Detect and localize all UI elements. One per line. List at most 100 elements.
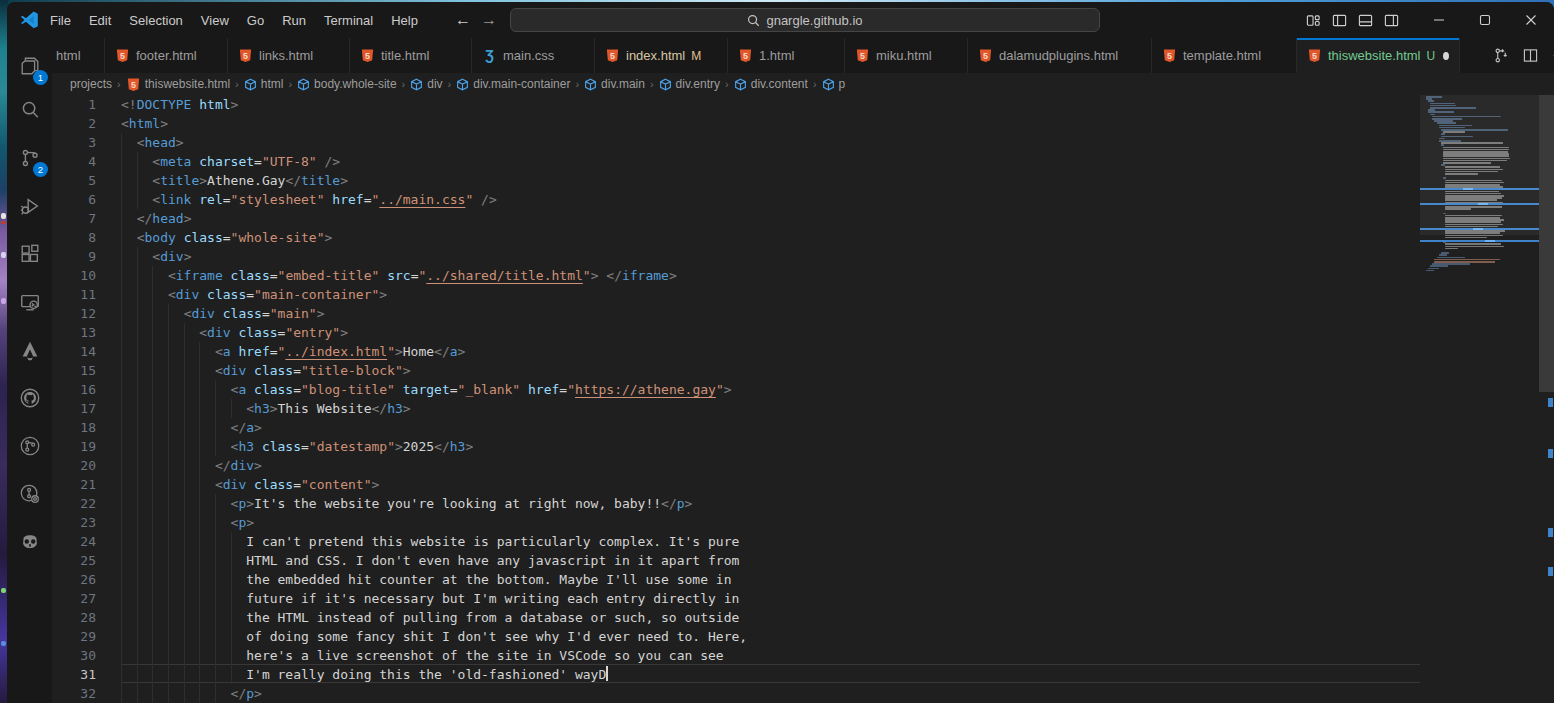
- titlebar: FileEditSelectionViewGoRunTerminalHelp ←…: [7, 2, 1554, 38]
- breadcrumb-div-main[interactable]: div.main: [584, 77, 645, 91]
- breadcrumb-projects[interactable]: projects: [70, 77, 112, 91]
- tab-title-html[interactable]: 5title.html: [350, 38, 472, 73]
- search-icon: [19, 99, 41, 121]
- svg-text:5: 5: [365, 51, 370, 61]
- line-number: 21: [52, 475, 96, 494]
- toggle-panel-icon[interactable]: [1358, 13, 1373, 28]
- tab-badge: U: [1426, 49, 1435, 63]
- maximize-button[interactable]: [1462, 2, 1508, 38]
- tab-1-html[interactable]: 5 1.html: [728, 38, 845, 73]
- toggle-sidebar-icon[interactable]: [1332, 13, 1347, 28]
- tab-spacer: [1460, 38, 1480, 73]
- tab-main-css[interactable]: Ʒmain.css: [472, 38, 595, 73]
- command-center-search[interactable]: gnargle.github.io: [510, 8, 1100, 32]
- menu-go[interactable]: Go: [238, 13, 273, 28]
- split-editor-icon[interactable]: [1523, 48, 1538, 63]
- menu-help[interactable]: Help: [382, 13, 427, 28]
- line-number: 10: [52, 266, 96, 285]
- tab-label: miku.html: [876, 48, 932, 63]
- code-line: <a href="../index.html">Home</a>: [121, 342, 465, 361]
- breadcrumb-div-main-container[interactable]: div.main-container: [456, 77, 570, 91]
- code-line: <link rel="stylesheet" href="../main.css…: [121, 190, 497, 209]
- github-icon: [19, 387, 41, 409]
- breadcrumb-div-entry[interactable]: div.entry: [659, 77, 720, 91]
- svg-text:5: 5: [120, 51, 125, 61]
- sym-icon: [822, 78, 835, 91]
- code-line: <h3>This Website</h3>: [121, 399, 411, 418]
- menu-edit[interactable]: Edit: [80, 13, 120, 28]
- tab-footer-html[interactable]: 5footer.html: [105, 38, 228, 73]
- tab-index-html[interactable]: 5index.htmlM: [595, 38, 728, 73]
- toggle-secondary-sidebar-icon[interactable]: [1384, 13, 1399, 28]
- minimize-button[interactable]: [1416, 2, 1462, 38]
- activity-source-control[interactable]: 2: [7, 138, 52, 178]
- line-number: 13: [52, 323, 96, 342]
- close-button[interactable]: [1508, 2, 1554, 38]
- desktop-icon-blob: [1, 252, 6, 258]
- menu-run[interactable]: Run: [273, 13, 315, 28]
- breadcrumb-label: p: [839, 77, 846, 91]
- minimap[interactable]: [1420, 95, 1539, 703]
- breadcrumb-div[interactable]: div: [410, 77, 442, 91]
- tab-links-html[interactable]: 5links.html: [228, 38, 350, 73]
- code-line: </div>: [121, 456, 262, 475]
- tab-miku-html[interactable]: 5miku.html: [845, 38, 968, 73]
- code-line: <div class="title-block">: [121, 361, 411, 380]
- breadcrumb-p[interactable]: p: [822, 77, 846, 91]
- html-icon: 5: [738, 48, 753, 63]
- minimap-line: [1430, 265, 1448, 267]
- menu-file[interactable]: File: [41, 13, 80, 28]
- activity-git-graph[interactable]: [7, 426, 52, 466]
- sym-icon: [584, 78, 597, 91]
- activity-badge: 1: [33, 70, 48, 85]
- activity-astro[interactable]: [7, 330, 52, 370]
- scrollbar[interactable]: [1539, 95, 1554, 703]
- tab-label: 1.html: [759, 48, 794, 63]
- activity-run-debug[interactable]: [7, 186, 52, 226]
- scrollbar-slider[interactable]: [1539, 95, 1554, 392]
- svg-text:5: 5: [1167, 51, 1172, 61]
- breadcrumb-body-whole-site[interactable]: body.whole-site: [297, 77, 397, 91]
- breadcrumb-html[interactable]: html: [244, 77, 284, 91]
- breadcrumb-div-content[interactable]: div.content: [734, 77, 808, 91]
- code-line: </a>: [121, 418, 262, 437]
- line-number: 9: [52, 247, 96, 266]
- breadcrumb-label: thiswebsite.html: [145, 77, 230, 91]
- svg-text:5: 5: [743, 51, 748, 61]
- activity-extensions[interactable]: [7, 234, 52, 274]
- code-line: future if it's necessary but I'm writing…: [121, 589, 739, 608]
- tab-dalamudplugins-html[interactable]: 5dalamudplugins.html: [968, 38, 1152, 73]
- activity-explorer[interactable]: 1: [7, 46, 52, 86]
- line-number: 8: [52, 228, 96, 247]
- code-line: <meta charset="UTF-8" />: [121, 152, 340, 171]
- breadcrumb-thiswebsite-html[interactable]: 5thiswebsite.html: [126, 77, 230, 92]
- tab-label: html: [56, 48, 81, 63]
- activity-gitlens[interactable]: [7, 474, 52, 514]
- nav-forward-button[interactable]: →: [481, 11, 497, 29]
- search-icon: [747, 14, 760, 27]
- code-line: the HTML instead of pulling from a datab…: [121, 608, 739, 627]
- open-changes-icon[interactable]: [1494, 48, 1509, 63]
- code-editor[interactable]: 1<!DOCTYPE html>2<html>3 <head>4 <meta c…: [52, 95, 1554, 703]
- line-number: 5: [52, 171, 96, 190]
- godot-icon: [19, 531, 41, 553]
- sym-icon: [734, 78, 747, 91]
- menu-selection[interactable]: Selection: [120, 13, 191, 28]
- activity-search[interactable]: [7, 90, 52, 130]
- activity-remote-explorer[interactable]: [7, 282, 52, 322]
- customize-layout-icon[interactable]: [1306, 13, 1321, 28]
- menu-view[interactable]: View: [192, 13, 238, 28]
- tab-template-html[interactable]: 5template.html: [1152, 38, 1297, 73]
- nav-back-button[interactable]: ←: [455, 11, 471, 29]
- tab-thiswebsite-html[interactable]: 5thiswebsite.htmlU: [1297, 38, 1460, 73]
- activity-github[interactable]: [7, 378, 52, 418]
- breadcrumb-label: div.entry: [676, 77, 720, 91]
- code-line: <div class="entry">: [121, 323, 348, 342]
- sym-icon: [456, 78, 469, 91]
- tab-html[interactable]: html: [52, 38, 105, 73]
- menu-bar: FileEditSelectionViewGoRunTerminalHelp: [41, 2, 427, 38]
- code-line: <div>: [121, 247, 191, 266]
- menu-terminal[interactable]: Terminal: [315, 13, 382, 28]
- run-debug-icon: [19, 195, 41, 217]
- activity-godot[interactable]: [7, 522, 52, 562]
